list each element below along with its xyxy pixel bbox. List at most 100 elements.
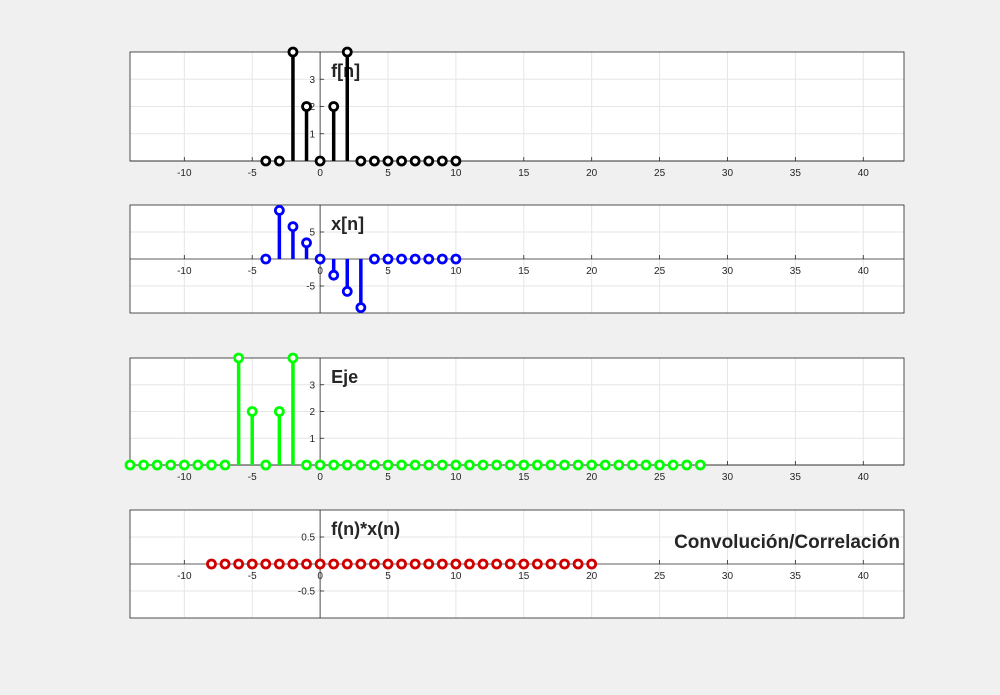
x-tick-label: 5 — [385, 571, 391, 582]
stem-marker — [301, 459, 312, 471]
x-tick-label: 5 — [385, 266, 391, 277]
x-tick-label: 30 — [722, 266, 734, 277]
stem-marker — [531, 558, 543, 570]
stem-marker — [178, 459, 190, 471]
stem-marker — [436, 155, 448, 167]
x-tick-label: 15 — [518, 571, 530, 582]
stem-marker — [436, 253, 448, 265]
stem-marker — [233, 558, 245, 570]
stem-marker — [355, 459, 367, 471]
figure: -10-50510152025303540123f[n]-10-50510152… — [124, 46, 905, 619]
stem-marker — [124, 459, 136, 471]
x-tick-label: 10 — [450, 472, 462, 483]
y-tick-label: -5 — [306, 282, 315, 293]
stem-marker — [396, 155, 407, 167]
x-tick-label: 25 — [654, 266, 666, 277]
axes-4: -10 -5 0 5 10 15 20 25 30 35 40 -0.5 0.5 f(n)*x(n) Con… — [129, 509, 905, 619]
stem-marker — [382, 558, 394, 570]
stem-marker — [681, 459, 693, 471]
y-tick-label: 3 — [310, 75, 316, 86]
stem-marker — [586, 459, 598, 471]
stem-marker — [355, 302, 367, 314]
stem-marker — [572, 459, 584, 471]
stem-marker — [301, 237, 312, 249]
y-tick-label: -0.5 — [298, 587, 316, 598]
y-tick-label: 5 — [310, 228, 316, 239]
stem-marker — [382, 253, 394, 265]
stem-marker — [287, 352, 299, 364]
plot-title: x[n] — [331, 214, 364, 234]
stem-marker — [260, 253, 272, 265]
stem-marker — [369, 253, 380, 265]
stem-marker — [491, 558, 503, 570]
x-tick-label: 5 — [385, 472, 391, 483]
stem-marker — [328, 558, 340, 570]
stem-marker — [328, 101, 340, 112]
x-tick-label: -5 — [248, 266, 257, 277]
x-tick-label: 40 — [858, 168, 870, 179]
stem-marker — [396, 459, 407, 471]
stem-marker — [314, 253, 326, 265]
stem-marker — [260, 155, 272, 167]
stem-marker — [369, 155, 380, 167]
stem-marker — [613, 459, 625, 471]
x-tick-label: 40 — [858, 571, 870, 582]
stem-marker — [518, 558, 530, 570]
x-tick-label: 0 — [317, 266, 323, 277]
stem-marker — [206, 459, 217, 471]
stem-marker — [151, 459, 163, 471]
stem-marker — [396, 558, 407, 570]
stem-marker — [287, 46, 299, 58]
stem-marker — [586, 558, 598, 570]
stem-marker — [301, 101, 312, 112]
x-tick-label: 30 — [722, 472, 734, 483]
stem-marker — [504, 558, 516, 570]
x-tick-label: 10 — [450, 266, 462, 277]
stem-marker — [219, 558, 231, 570]
x-tick-label: 30 — [722, 168, 734, 179]
stem-marker — [328, 459, 340, 471]
stem-marker — [436, 558, 448, 570]
stem-marker — [450, 558, 462, 570]
x-tick-label: -10 — [177, 266, 192, 277]
stem-marker — [260, 558, 272, 570]
stem-marker — [409, 459, 421, 471]
x-tick-label: 10 — [450, 571, 462, 582]
x-tick-label: 25 — [654, 168, 666, 179]
x-tick-label: -10 — [177, 472, 192, 483]
x-tick-label: 40 — [858, 472, 870, 483]
y-tick-label: 2 — [310, 407, 316, 418]
x-tick-label: 0 — [317, 168, 323, 179]
y-tick-label: 0.5 — [301, 533, 315, 544]
stem-marker — [559, 459, 570, 471]
x-tick-label: -5 — [248, 472, 257, 483]
stem-marker — [369, 459, 380, 471]
stem-marker — [409, 558, 421, 570]
stem-marker — [287, 558, 299, 570]
x-tick-label: 0 — [317, 472, 323, 483]
stem-marker — [355, 155, 367, 167]
x-tick-label: 20 — [586, 168, 598, 179]
axes-1: -10-50510152025303540123f[n] — [129, 46, 905, 179]
stem-marker — [654, 459, 665, 471]
stem-marker — [165, 459, 177, 471]
stem-marker — [219, 459, 231, 471]
stem-marker — [260, 459, 272, 471]
stem-marker — [504, 459, 516, 471]
stem-marker — [369, 558, 380, 570]
stem-marker — [627, 459, 638, 471]
stem-marker — [464, 558, 475, 570]
stem-marker — [273, 155, 285, 167]
stem-marker — [450, 253, 462, 265]
stem-marker — [518, 459, 530, 471]
x-tick-label: 35 — [790, 168, 802, 179]
stem-marker — [246, 558, 258, 570]
stem-marker — [314, 558, 326, 570]
stem-marker — [341, 558, 353, 570]
x-tick-label: 20 — [586, 472, 598, 483]
x-tick-label: 15 — [518, 266, 530, 277]
stem-marker — [423, 459, 435, 471]
stem-marker — [273, 406, 285, 417]
x-tick-label: 35 — [790, 571, 802, 582]
stem-marker — [409, 253, 421, 265]
